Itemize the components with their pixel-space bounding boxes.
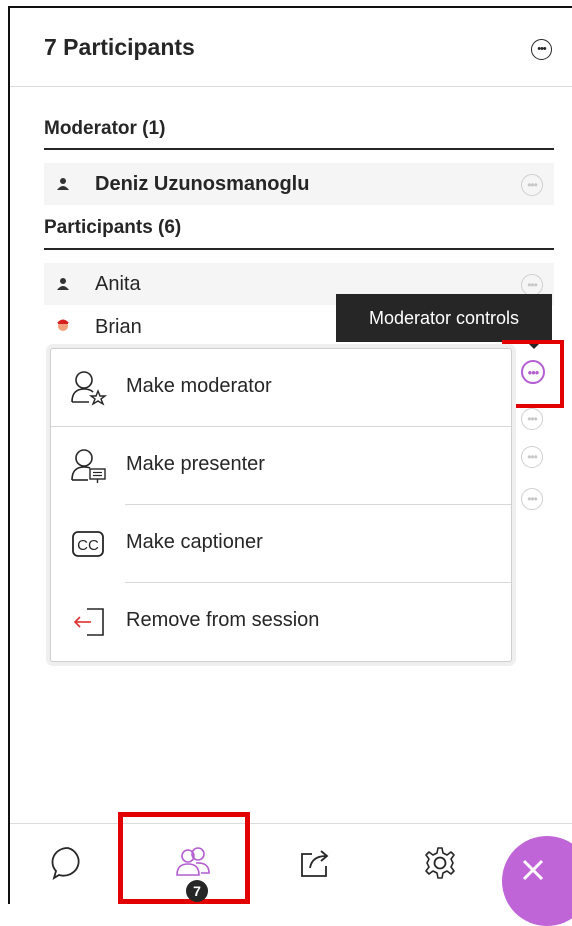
participants-button-highlight [118,812,250,904]
settings-button[interactable] [415,838,465,888]
make-moderator-icon [71,371,108,406]
moderator-row-deniz[interactable]: Deniz Uzunosmanoglu [44,163,554,205]
participants-divider [44,248,554,250]
moderator-controls-tooltip: Moderator controls [336,294,552,342]
menu-item-label: Make presenter [126,453,265,475]
person-icon [57,278,69,290]
participants-count-badge: 7 [186,880,208,902]
participant-name: Deniz Uzunosmanoglu [95,173,310,195]
panel-title: 7 Participants [44,34,195,60]
make-captioner-menu-item[interactable]: CC Make captioner [51,505,511,581]
bottom-toolbar [10,823,572,904]
make-presenter-menu-item[interactable]: Make presenter [51,427,511,503]
closed-captions-icon: CC [72,531,104,557]
menu-item-label: Remove from session [126,609,320,631]
settings-icon [425,847,455,879]
photo-avatar [57,319,69,331]
participant-more-options-icon[interactable]: ••• [521,488,543,510]
remove-from-session-icon [73,608,104,636]
menu-item-label: Make captioner [126,531,263,553]
deniz-more-options-icon[interactable]: ••• [521,174,543,196]
panel-more-options-icon[interactable]: ••• [531,39,552,60]
close-icon[interactable] [518,855,548,885]
panel-header: 7 Participants ••• [10,8,572,87]
share-content-icon [301,850,329,877]
make-moderator-menu-item[interactable]: Make moderator [51,349,511,425]
participants-panel: 7 Participants ••• Moderator (1) Deniz U… [8,6,572,904]
make-presenter-icon [71,449,106,483]
chat-icon [51,847,80,880]
svg-text:CC: CC [77,537,99,554]
participant-name: Brian [95,316,142,338]
moderator-section-heading: Moderator (1) [44,118,166,139]
remove-from-session-menu-item[interactable]: Remove from session [51,583,511,659]
chat-button[interactable] [43,838,93,888]
moderator-controls-icon[interactable]: ••• [521,360,545,384]
person-icon [57,178,69,190]
moderator-divider [44,148,554,150]
anita-more-options-icon[interactable]: ••• [521,274,543,296]
menu-item-label: Make moderator [126,375,272,397]
participant-more-options-icon[interactable]: ••• [521,446,543,468]
participants-section-heading: Participants (6) [44,217,182,238]
participant-name: Anita [95,273,141,295]
participant-more-options-icon[interactable]: ••• [521,408,543,430]
share-content-button[interactable] [290,838,340,888]
moderator-controls-menu: Make moderator Make presenter CC Make ca… [50,348,512,662]
